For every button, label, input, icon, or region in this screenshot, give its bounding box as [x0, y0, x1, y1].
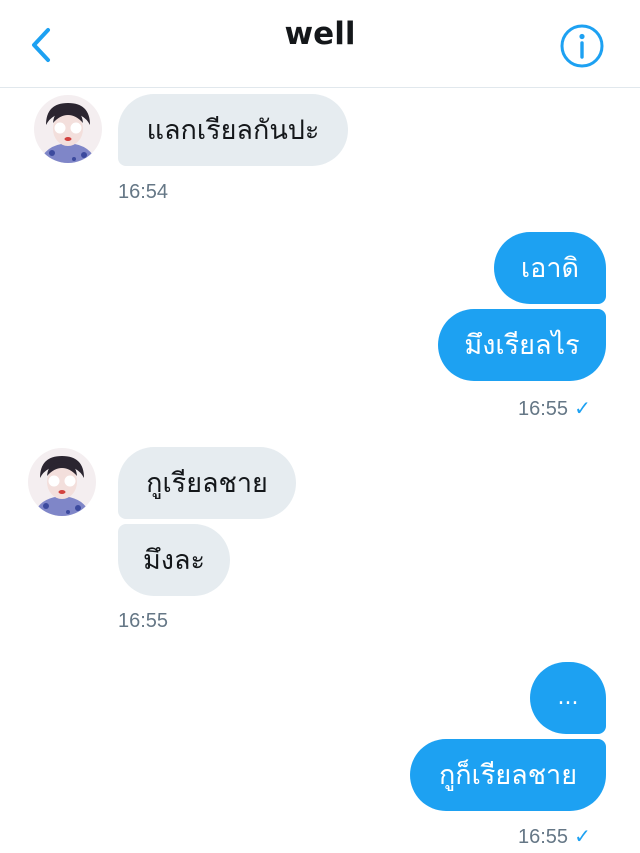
message-timestamp: 16:55 [118, 610, 169, 632]
outgoing-message-bubble[interactable]: ... [530, 662, 606, 734]
message-text: แลกเรียลกันปะ [146, 114, 320, 146]
message-text: กูเรียลชาย [146, 467, 268, 499]
conversation-title: well [284, 16, 356, 52]
outgoing-message-bubble[interactable]: เอาดิ [494, 232, 606, 304]
outgoing-message-bubble[interactable]: มึงเรียลไร [438, 309, 606, 381]
avatar[interactable] [34, 95, 102, 163]
info-circle-icon [560, 24, 604, 68]
message-timestamp: 16:55 ✓ [518, 826, 591, 848]
message-text: ... [557, 685, 579, 710]
incoming-message-bubble[interactable]: แลกเรียลกันปะ [118, 94, 348, 166]
message-text: มึงละ [142, 544, 206, 576]
message-text: กูก็เรียลชาย [438, 759, 578, 791]
profile-photo [34, 95, 102, 163]
outgoing-message-bubble[interactable]: กูก็เรียลชาย [410, 739, 606, 811]
sent-check-icon: ✓ [574, 398, 591, 420]
message-timestamp: 16:55 ✓ [518, 398, 591, 420]
profile-photo [28, 448, 96, 516]
avatar[interactable] [28, 448, 96, 516]
incoming-message-bubble[interactable]: มึงละ [118, 524, 230, 596]
message-text: มึงเรียลไร [464, 329, 580, 361]
info-button[interactable] [558, 22, 606, 70]
conversation-header: well [0, 0, 640, 88]
message-text: เอาดิ [520, 252, 580, 284]
incoming-message-bubble[interactable]: กูเรียลชาย [118, 447, 296, 519]
message-timestamp: 16:54 [118, 181, 169, 203]
sent-check-icon: ✓ [574, 826, 591, 848]
